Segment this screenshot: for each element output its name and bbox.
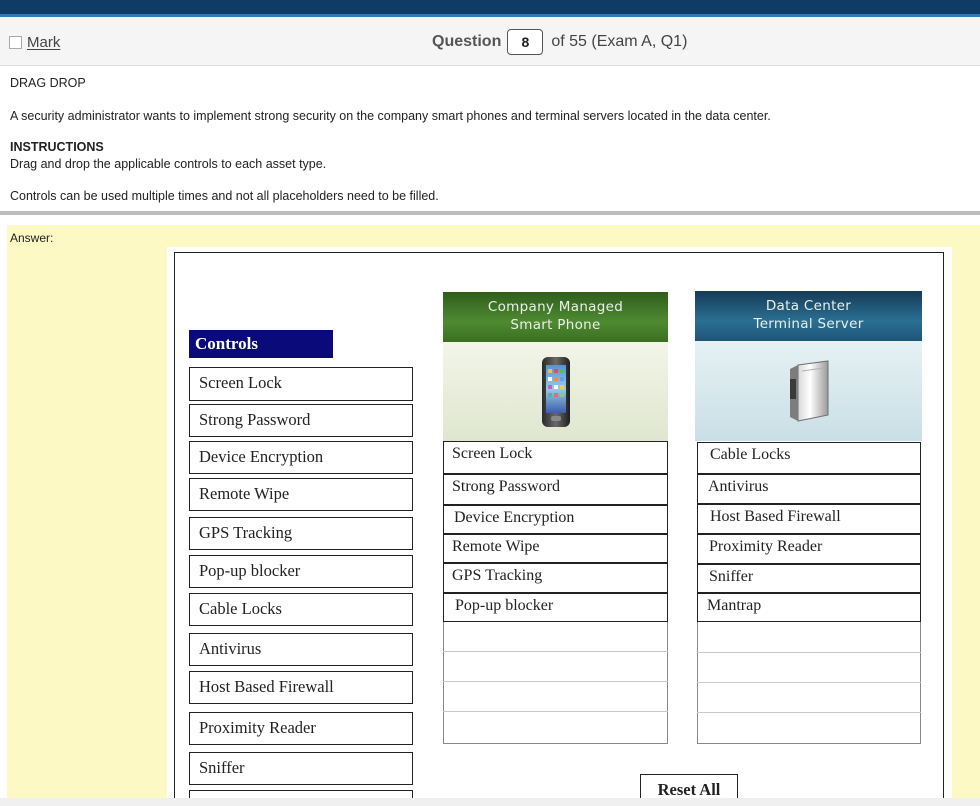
- control-proximity-reader[interactable]: Proximity Reader: [189, 712, 413, 745]
- top-bar: [0, 0, 980, 17]
- control-remote-wipe[interactable]: Remote Wipe: [189, 478, 413, 511]
- server-slot-1[interactable]: Cable Locks: [697, 442, 921, 474]
- question-count: of 55 (Exam A, Q1): [551, 33, 688, 50]
- instructions-heading: INSTRUCTIONS: [10, 140, 104, 154]
- question-word: Question: [432, 33, 502, 50]
- terminal-server-heading: Data Center Terminal Server: [695, 291, 922, 341]
- server-slot-4[interactable]: Proximity Reader: [697, 534, 921, 564]
- control-antivirus[interactable]: Antivirus: [189, 633, 413, 666]
- server-empty-divider: [697, 652, 921, 653]
- phone-slot-1[interactable]: Screen Lock: [443, 441, 668, 474]
- phone-empty-divider: [443, 651, 668, 652]
- smart-phone-column: Company Managed Smart Phone: [443, 292, 668, 442]
- instructions-text: Drag and drop the applicable controls to…: [10, 157, 327, 171]
- controls-title: Controls: [189, 330, 333, 358]
- server-slot-5[interactable]: Sniffer: [697, 564, 921, 593]
- bottom-scroll-edge: [0, 798, 980, 806]
- instructions-note: Controls can be used multiple times and …: [10, 189, 439, 203]
- answer-label: Answer:: [10, 231, 54, 245]
- phone-slot-6[interactable]: Pop-up blocker: [443, 593, 668, 622]
- control-host-based-firewall[interactable]: Host Based Firewall: [189, 671, 413, 704]
- question-number-input[interactable]: 8: [507, 29, 544, 55]
- checkbox-icon: [9, 36, 22, 49]
- phone-empty-divider: [443, 681, 668, 682]
- terminal-server-image: [695, 341, 922, 441]
- control-screen-lock[interactable]: Screen Lock: [189, 367, 413, 401]
- phone-slot-5[interactable]: GPS Tracking: [443, 563, 668, 593]
- terminal-server-column: Data Center Terminal Server: [695, 291, 922, 441]
- server-slot-6[interactable]: Mantrap: [697, 593, 921, 622]
- control-strong-password[interactable]: Strong Password: [189, 404, 413, 437]
- control-device-encryption[interactable]: Device Encryption: [189, 441, 413, 474]
- question-text: A security administrator wants to implem…: [10, 109, 771, 123]
- mark-label: Mark: [27, 34, 61, 51]
- server-slot-3[interactable]: Host Based Firewall: [697, 504, 921, 534]
- question-header: Mark Question 8 of 55 (Exam A, Q1): [0, 17, 980, 66]
- smart-phone-heading-line1: Company Managed: [487, 299, 624, 315]
- smart-phone-image: [443, 342, 668, 442]
- control-gps-tracking[interactable]: GPS Tracking: [189, 517, 413, 550]
- server-slot-2[interactable]: Antivirus: [697, 474, 921, 504]
- phone-slot-4[interactable]: Remote Wipe: [443, 534, 668, 563]
- mark-checkbox[interactable]: Mark: [9, 34, 60, 51]
- terminal-server-heading-line2: Terminal Server: [753, 316, 864, 332]
- server-empty-divider: [697, 712, 921, 713]
- question-navigator: Question 8 of 55 (Exam A, Q1): [432, 29, 687, 55]
- control-cable-locks[interactable]: Cable Locks: [189, 593, 413, 626]
- smartphone-icon: [541, 357, 570, 427]
- question-type: DRAG DROP: [10, 76, 86, 90]
- server-tower-icon: [789, 360, 828, 422]
- terminal-server-heading-line1: Data Center: [765, 298, 852, 314]
- control-popup-blocker[interactable]: Pop-up blocker: [189, 555, 413, 588]
- server-empty-divider: [697, 682, 921, 683]
- phone-slot-2[interactable]: Strong Password: [443, 474, 668, 505]
- smart-phone-heading: Company Managed Smart Phone: [443, 292, 668, 342]
- section-divider: [0, 211, 980, 215]
- phone-slot-3[interactable]: Device Encryption: [443, 505, 668, 534]
- phone-empty-divider: [443, 711, 668, 712]
- control-sniffer[interactable]: Sniffer: [189, 752, 413, 785]
- smart-phone-heading-line2: Smart Phone: [510, 317, 601, 333]
